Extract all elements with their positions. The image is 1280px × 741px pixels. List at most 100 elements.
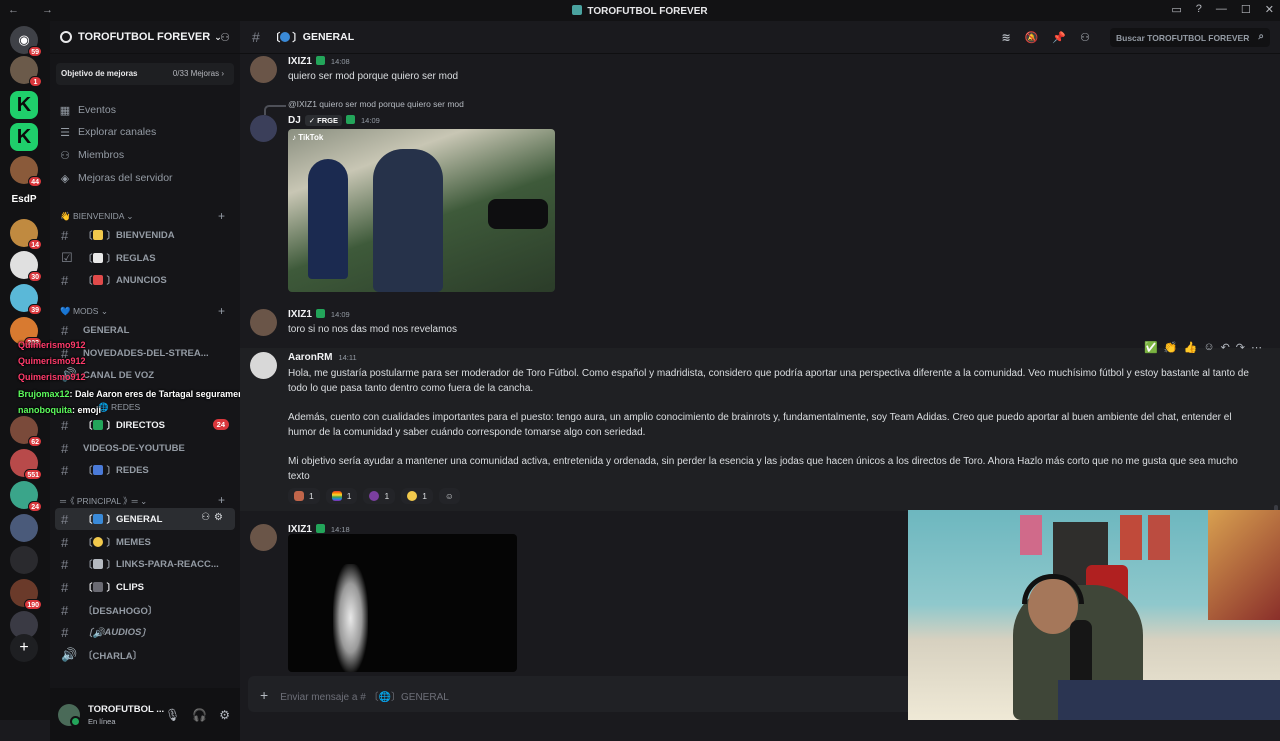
more-options-icon[interactable]: ⋯ xyxy=(1251,341,1262,354)
overlay-chat-line: Quimerismo912 xyxy=(18,372,86,382)
reactions: 1 1 1 1 ☺ xyxy=(288,488,460,504)
threads-icon[interactable]: ≋ xyxy=(1002,31,1011,44)
channel-directos[interactable]: # 〔〕 DIRECTOS 24 xyxy=(55,414,235,436)
add-attachment-icon[interactable]: + xyxy=(260,687,268,703)
category-redes[interactable]: 🌐 REDES xyxy=(98,402,140,413)
message-actions: ✅ 👏 👍 ☺ ↶ ↷ ⋯ xyxy=(1144,341,1262,354)
server-esdp-icon[interactable]: EsdP xyxy=(10,186,38,214)
channel-bienvenida[interactable]: # 〔〕 BIENVENIDA xyxy=(55,224,235,246)
overlay-chat-line: Quimerismo912 xyxy=(18,340,86,350)
add-server-icon[interactable]: + xyxy=(10,634,38,662)
help-icon[interactable]: ? xyxy=(1196,3,1202,16)
message-author[interactable]: DJ xyxy=(288,115,301,126)
server-header[interactable]: TOROFUTBOL FOREVER ⌄ ⚇ xyxy=(50,21,240,54)
add-reaction-button[interactable]: ☺ xyxy=(438,488,460,504)
server-icon[interactable]: 14 xyxy=(10,219,42,250)
avatar[interactable] xyxy=(250,56,277,83)
channel-audios[interactable]: # 〔🔊 AUDIOS 〕 xyxy=(55,621,235,643)
add-channel-icon[interactable]: + xyxy=(218,304,225,318)
discord-home-icon[interactable]: ◉ 59 xyxy=(10,26,42,57)
emoji-icon xyxy=(92,537,103,547)
channel-label: 〔DESAHOGO〕 xyxy=(83,606,158,617)
kick-server-icon[interactable]: K xyxy=(10,123,38,151)
category-mods[interactable]: 💙 MODS ⌄ + xyxy=(60,304,225,318)
boost-goal-label: Objetivo de mejoras xyxy=(61,69,138,78)
invite-people-icon[interactable]: ⚇ xyxy=(220,31,230,44)
server-icon[interactable]: 190 xyxy=(10,579,42,610)
video-attachment[interactable]: ♪ TikTok xyxy=(288,129,555,292)
server-badge: 24 xyxy=(28,501,42,512)
thumbs-up-reaction-icon[interactable]: 👍 xyxy=(1184,341,1198,354)
channel-redes[interactable]: # 〔〕 REDES xyxy=(55,459,235,481)
reaction-chip[interactable]: 1 xyxy=(325,488,358,504)
message-header: DJ ✓ FRGE 14:09 xyxy=(288,115,380,126)
boost-goal[interactable]: Objetivo de mejoras 0/33 Mejoras › xyxy=(56,63,234,85)
forward-icon[interactable]: ↷ xyxy=(1236,341,1245,354)
reply-icon[interactable]: ↶ xyxy=(1221,341,1230,354)
add-channel-icon[interactable]: + xyxy=(218,493,225,507)
reaction-chip[interactable]: 1 xyxy=(363,488,396,504)
server-icon[interactable]: 1 xyxy=(10,56,42,87)
check-reaction-icon[interactable]: ✅ xyxy=(1144,341,1158,354)
avatar[interactable] xyxy=(250,524,277,551)
window-title: TOROFUTBOL FOREVER xyxy=(0,5,1280,17)
member-list-icon[interactable]: ⚇ xyxy=(1080,31,1090,44)
server-icon[interactable]: 62 xyxy=(10,416,42,447)
reply-preview[interactable]: @IXIZ1 quiero ser mod porque quiero ser … xyxy=(264,99,464,115)
channel-desahogo[interactable]: # 〔DESAHOGO〕 xyxy=(55,599,235,621)
server-icon[interactable]: 39 xyxy=(10,284,42,315)
channel-videos-de-youtube[interactable]: # VIDEOS-DE-YOUTUBE xyxy=(55,437,235,459)
reaction-chip[interactable]: 1 xyxy=(288,488,320,504)
category-principal[interactable]: ═《 PRINCIPAL 》═ ⌄ + xyxy=(60,493,225,507)
channel-label: 〔CHARLA〕 xyxy=(83,651,143,662)
channel-sidebar: TOROFUTBOL FOREVER ⌄ ⚇ Objetivo de mejor… xyxy=(50,21,240,741)
category-label: 🌐 REDES xyxy=(98,402,141,412)
clap-reaction-icon[interactable]: 👏 xyxy=(1164,341,1178,354)
server-icon[interactable] xyxy=(10,514,38,542)
video-attachment[interactable] xyxy=(288,534,517,672)
channel-reglas[interactable]: ☑ 〔〕 REGLAS xyxy=(55,247,235,269)
avatar[interactable] xyxy=(250,115,277,142)
server-icon[interactable]: 44 xyxy=(10,156,42,187)
category-bienvenida[interactable]: 👋 BIENVENIDA ⌄ + xyxy=(60,209,225,223)
add-reaction-icon[interactable]: ☺ xyxy=(1203,341,1214,354)
message-author[interactable]: IXIZ1 xyxy=(288,309,312,320)
hash-icon: # xyxy=(61,272,69,288)
message-author[interactable]: IXIZ1 xyxy=(288,56,312,67)
overlay-text: : Dale Aaron eres de Tartagal segurament… xyxy=(69,389,252,399)
server-icon[interactable]: 551 xyxy=(10,449,42,480)
avatar[interactable] xyxy=(250,352,277,379)
close-button[interactable]: ✕ xyxy=(1265,3,1274,16)
nav-events[interactable]: ▦ Eventos xyxy=(58,99,236,121)
search-input[interactable]: Buscar TOROFUTBOL FOREVER ⌕ xyxy=(1110,28,1270,47)
add-channel-icon[interactable]: + xyxy=(218,209,225,223)
avatar[interactable] xyxy=(58,703,81,727)
channel-anuncios[interactable]: # 〔〕 ANUNCIOS xyxy=(55,269,235,291)
server-icon[interactable] xyxy=(10,546,38,574)
nav-members[interactable]: ⚇ Miembros xyxy=(58,144,236,166)
notifications-off-icon[interactable]: 🔕 xyxy=(1025,31,1039,44)
channel-links[interactable]: # 〔〕 LINKS-PARA-REACC... xyxy=(55,553,235,575)
channel-settings-icon[interactable]: ⚇⚙ xyxy=(201,512,227,523)
avatar[interactable] xyxy=(250,309,277,336)
pin-icon[interactable]: 📌 xyxy=(1052,31,1066,44)
server-icon[interactable]: 24 xyxy=(10,481,42,512)
maximize-button[interactable]: ☐ xyxy=(1241,3,1251,16)
window-controls: ▭ ? — ☐ ✕ xyxy=(1171,3,1274,16)
nav-browse-channels[interactable]: ☰ Explorar canales xyxy=(58,121,236,143)
channel-general[interactable]: # 〔〕 GENERAL ⚇⚙ xyxy=(55,508,235,530)
minimize-button[interactable]: — xyxy=(1216,3,1227,16)
channel-memes[interactable]: # 〔〕 MEMES xyxy=(55,531,235,553)
nav-label: Explorar canales xyxy=(78,126,157,138)
kick-server-icon[interactable]: K xyxy=(10,91,38,119)
message-author[interactable]: AaronRM xyxy=(288,352,332,363)
inbox-icon[interactable]: ▭ xyxy=(1171,3,1181,16)
channel-clips[interactable]: # 〔〕 CLIPS xyxy=(55,576,235,598)
channel-charla[interactable]: 🔊 〔CHARLA〕 xyxy=(55,644,235,666)
reaction-chip[interactable]: 1 xyxy=(401,488,433,504)
server-icon[interactable]: 30 xyxy=(10,251,42,282)
nav-server-boost[interactable]: ◈ Mejoras del servidor xyxy=(58,167,236,189)
channel-general-mods[interactable]: # GENERAL xyxy=(55,319,235,341)
channel-label: AUDIOS xyxy=(104,626,142,638)
crying-emoji-icon xyxy=(407,491,418,501)
